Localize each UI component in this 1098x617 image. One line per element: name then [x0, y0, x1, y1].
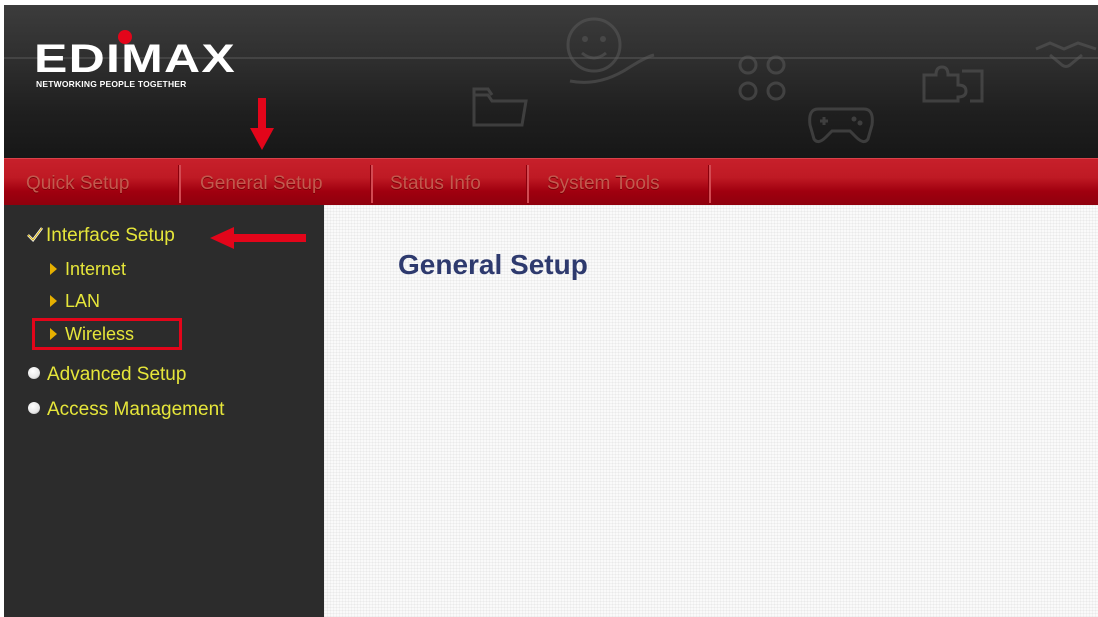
sidebar-item-label: Internet [65, 259, 127, 279]
sidebar-item-label: LAN [65, 291, 101, 311]
sidebar-item-internet[interactable]: Internet [50, 259, 126, 280]
logo-wordmark: EDIMAX [34, 37, 236, 81]
sidebar-item-lan[interactable]: LAN [50, 291, 100, 312]
bullet-icon [28, 402, 40, 414]
nav-separator [708, 165, 711, 203]
main-nav-bar: Quick Setup General Setup Status Info Sy… [4, 158, 1098, 205]
tab-quick-setup[interactable]: Quick Setup [26, 159, 130, 205]
handshake-icon [1035, 41, 1097, 68]
sidebar-item-label: Advanced Setup [47, 364, 187, 385]
sidebar-menu: Interface Setup Internet LAN Wireless Ad… [4, 205, 324, 617]
smiley-hand-icon [566, 17, 655, 84]
puzzle-icon [922, 65, 984, 103]
annotation-highlight-box [32, 318, 182, 350]
header-banner: EDIMAX NETWORKING PEOPLE TOGETHER [4, 5, 1098, 158]
logo-red-dot [118, 30, 132, 44]
annotation-arrow-left [210, 227, 306, 249]
tab-status-info[interactable]: Status Info [390, 159, 481, 205]
main-content: General Setup [324, 205, 1098, 617]
tab-system-tools[interactable]: System Tools [547, 159, 660, 205]
router-admin-window: EDIMAX NETWORKING PEOPLE TOGETHER Quick … [4, 5, 1098, 617]
annotation-arrow-down [250, 98, 274, 150]
gamepad-icon [808, 107, 874, 144]
nav-separator [178, 165, 181, 203]
bullet-icon [28, 367, 40, 379]
sidebar-item-label: Interface Setup [46, 225, 175, 246]
logo-tagline: NETWORKING PEOPLE TOGETHER [36, 79, 187, 89]
nav-separator [526, 165, 529, 203]
triangle-right-icon [50, 263, 57, 275]
sidebar-item-label: Access Management [47, 399, 225, 420]
sidebar-item-access-management[interactable]: Access Management [28, 399, 224, 421]
triangle-right-icon [50, 295, 57, 307]
folder-icon [472, 87, 528, 127]
sidebar-item-advanced-setup[interactable]: Advanced Setup [28, 364, 186, 386]
nav-separator [370, 165, 373, 203]
sidebar-item-interface-setup[interactable]: Interface Setup [26, 225, 175, 247]
edimax-logo: EDIMAX NETWORKING PEOPLE TOGETHER [34, 30, 244, 90]
checkmark-icon [27, 227, 44, 242]
tab-general-setup[interactable]: General Setup [200, 159, 323, 205]
circles-icon [738, 55, 786, 101]
page-title: General Setup [398, 249, 588, 280]
